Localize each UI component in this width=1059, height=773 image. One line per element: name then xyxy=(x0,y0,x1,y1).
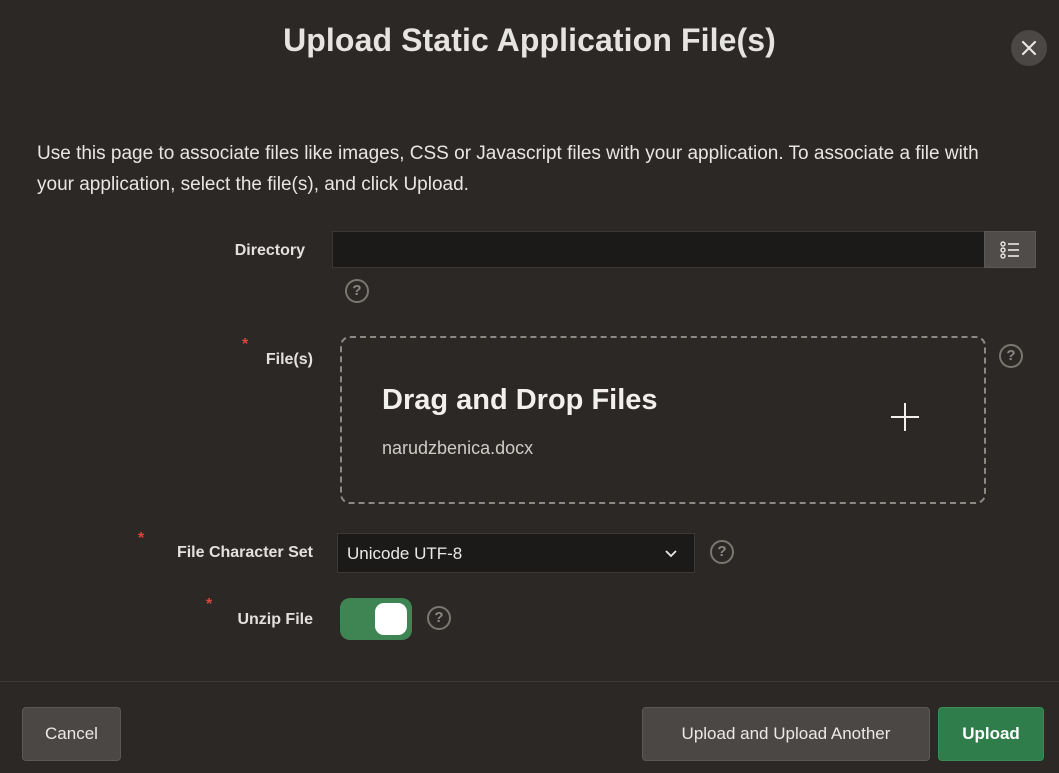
unzip-toggle[interactable] xyxy=(340,598,412,640)
charset-select[interactable]: Unicode UTF-8 xyxy=(337,533,695,573)
dropzone-title: Drag and Drop Files xyxy=(382,384,658,416)
charset-selected-value: Unicode UTF-8 xyxy=(347,544,463,563)
unzip-label: Unzip File xyxy=(237,611,313,628)
upload-dialog: Upload Static Application File(s) Use th… xyxy=(0,0,1059,773)
dialog-header: Upload Static Application File(s) xyxy=(0,0,1059,95)
files-help-icon[interactable]: ? xyxy=(999,344,1023,368)
selected-file-name: narudzbenica.docx xyxy=(382,438,534,458)
directory-list-button[interactable] xyxy=(984,231,1036,268)
footer-divider xyxy=(0,681,1059,682)
toggle-knob xyxy=(375,603,407,635)
plus-icon xyxy=(891,403,919,431)
files-label: File(s) xyxy=(265,351,313,368)
upload-button[interactable]: Upload xyxy=(938,707,1044,761)
unzip-help-icon[interactable]: ? xyxy=(427,606,451,630)
charset-label: File Character Set xyxy=(176,544,313,561)
directory-input[interactable] xyxy=(332,231,984,268)
close-button[interactable] xyxy=(1011,30,1047,66)
charset-help-icon[interactable]: ? xyxy=(710,540,734,564)
dialog-title: Upload Static Application File(s) xyxy=(283,22,776,58)
chevron-down-icon xyxy=(665,550,677,558)
file-dropzone[interactable]: Drag and Drop Files narudzbenica.docx xyxy=(340,336,986,504)
upload-and-upload-another-button[interactable]: Upload and Upload Another xyxy=(642,707,930,761)
directory-label: Directory xyxy=(234,242,305,259)
close-icon xyxy=(1021,40,1037,56)
list-icon xyxy=(1000,240,1019,259)
directory-help-icon[interactable]: ? xyxy=(345,279,369,303)
dialog-description: Use this page to associate files like im… xyxy=(37,143,979,195)
cancel-button[interactable]: Cancel xyxy=(22,707,121,761)
